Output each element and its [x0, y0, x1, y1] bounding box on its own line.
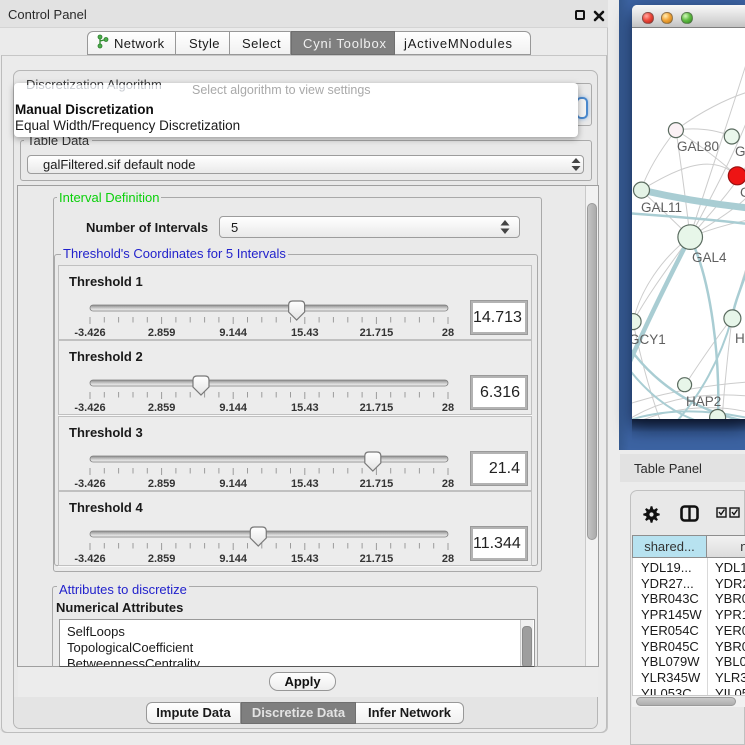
svg-text:21.715: 21.715	[360, 327, 394, 339]
svg-text:-3.426: -3.426	[74, 553, 105, 565]
svg-text:15.43: 15.43	[291, 478, 319, 490]
svg-text:2.859: 2.859	[148, 478, 176, 490]
svg-text:21.715: 21.715	[360, 553, 394, 565]
svg-text:-3.426: -3.426	[74, 478, 105, 490]
svg-text:21.715: 21.715	[360, 478, 394, 490]
svg-text:9.144: 9.144	[219, 402, 247, 414]
svg-text:9.144: 9.144	[219, 553, 247, 565]
svg-text:2.859: 2.859	[148, 553, 176, 565]
svg-text:GAL80: GAL80	[677, 139, 719, 154]
svg-text:C: C	[740, 185, 745, 200]
svg-text:-3.426: -3.426	[74, 327, 105, 339]
svg-text:GCY1: GCY1	[632, 332, 666, 347]
svg-text:15.43: 15.43	[291, 553, 319, 565]
svg-text:GAL11: GAL11	[641, 200, 682, 215]
svg-text:15.43: 15.43	[291, 327, 319, 339]
svg-text:9.144: 9.144	[219, 327, 247, 339]
svg-text:GAL4: GAL4	[692, 250, 727, 265]
svg-text:28: 28	[442, 402, 454, 414]
svg-text:9.144: 9.144	[219, 478, 247, 490]
svg-text:2.859: 2.859	[148, 402, 176, 414]
svg-text:15.43: 15.43	[291, 402, 319, 414]
svg-text:28: 28	[442, 553, 454, 565]
svg-text:2.859: 2.859	[148, 327, 176, 339]
svg-text:-3.426: -3.426	[74, 402, 105, 414]
svg-text:H: H	[735, 331, 745, 346]
svg-text:28: 28	[442, 478, 454, 490]
svg-text:GA: GA	[735, 144, 745, 159]
svg-text:HAP2: HAP2	[686, 394, 721, 409]
svg-text:21.715: 21.715	[360, 402, 394, 414]
svg-text:28: 28	[442, 327, 454, 339]
